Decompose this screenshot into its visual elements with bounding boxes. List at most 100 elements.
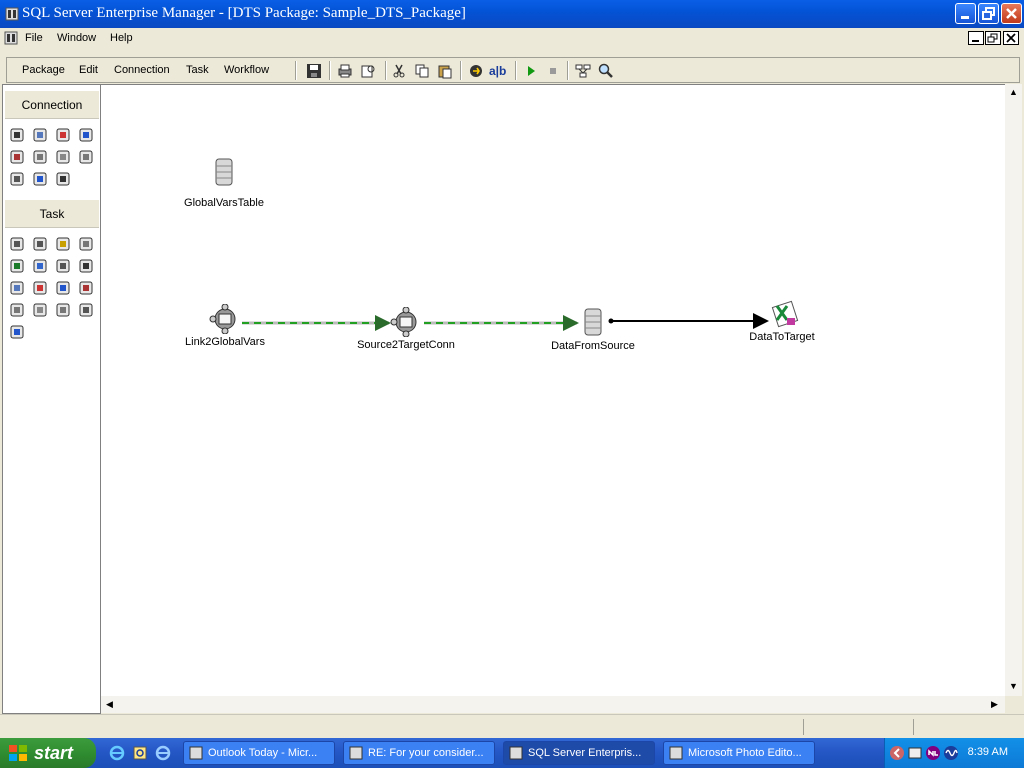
data-mining-icon[interactable]	[32, 302, 48, 318]
connection-header[interactable]: Connection	[5, 91, 99, 119]
transform-data-task-icon[interactable]	[55, 236, 71, 252]
activex-task-icon[interactable]	[9, 236, 25, 252]
vertical-scrollbar[interactable]: ▲ ▼	[1005, 84, 1022, 696]
layout-icon[interactable]	[575, 63, 591, 79]
execute-process-task-icon[interactable]	[9, 258, 25, 274]
system-clock[interactable]: 8:39 AM	[968, 746, 1008, 758]
connection-node-datatotarget[interactable]: DataToTarget	[741, 299, 823, 343]
tray-app-icon[interactable]	[907, 745, 923, 761]
scroll-right-arrow-icon[interactable]: ▶	[991, 699, 998, 710]
taskbar-button[interactable]: Outlook Today - Micr...	[183, 741, 335, 765]
task-node-source2targetconn[interactable]: Source2TargetConn	[356, 307, 456, 351]
copy-objects-icon[interactable]	[55, 258, 71, 274]
odbc-icon[interactable]	[32, 171, 48, 187]
analysis-services-icon[interactable]	[9, 302, 25, 318]
sql-server-icon[interactable]	[9, 127, 25, 143]
show-hidden-icons-icon[interactable]	[889, 745, 905, 761]
mdi-restore-button[interactable]	[985, 31, 1001, 45]
transform-icon[interactable]	[468, 63, 484, 79]
bulk-insert-icon[interactable]	[78, 258, 94, 274]
print-preview-icon[interactable]	[360, 63, 376, 79]
task-node-link2globalvars[interactable]: Link2GlobalVars	[185, 304, 265, 348]
data-driven-query-icon[interactable]	[32, 258, 48, 274]
text-file-source-icon[interactable]	[55, 149, 71, 165]
windows-logo-icon	[9, 745, 27, 761]
taskbar-button[interactable]: Microsoft Photo Edito...	[663, 741, 815, 765]
menu-task[interactable]: Task	[186, 64, 209, 76]
connection-node-globalvarstable[interactable]: GlobalVarsTable	[184, 157, 264, 209]
taskbar-button-label: RE: For your consider...	[368, 747, 484, 759]
restore-icon	[982, 7, 995, 20]
close-icon	[1006, 8, 1017, 19]
toolbar-separator	[460, 61, 462, 80]
status-pane	[803, 719, 913, 735]
paradox-icon[interactable]	[9, 171, 25, 187]
text-file-dest-icon[interactable]	[78, 149, 94, 165]
menu-window[interactable]: Window	[57, 32, 96, 44]
toolbar-separator	[329, 61, 331, 80]
minimize-button[interactable]	[955, 3, 976, 24]
mdi-close-button[interactable]	[1003, 31, 1019, 45]
menu-edit[interactable]: Edit	[79, 64, 98, 76]
menu-help[interactable]: Help	[110, 32, 133, 44]
stop-icon[interactable]	[545, 63, 561, 79]
activex-script-task-icon	[390, 307, 417, 337]
close-button[interactable]	[1001, 3, 1022, 24]
node-label: Source2TargetConn	[357, 339, 455, 351]
scheduler-task-icon[interactable]	[78, 236, 94, 252]
save-icon[interactable]	[306, 63, 322, 79]
scroll-left-arrow-icon[interactable]: ◀	[106, 699, 113, 710]
toolbar-separator	[515, 61, 517, 80]
tray-network-icon[interactable]	[925, 745, 941, 761]
taskbar-button[interactable]: RE: For your consider...	[343, 741, 495, 765]
restore-button[interactable]	[978, 3, 999, 24]
horizontal-scrollbar[interactable]: ◀ ▶	[101, 696, 1005, 713]
toolbar-separator	[567, 61, 569, 80]
custom-task-icon[interactable]	[78, 302, 94, 318]
ftp-task-icon[interactable]	[32, 236, 48, 252]
task-app-icon	[189, 746, 203, 760]
task-app-icon	[509, 746, 523, 760]
msmq-icon[interactable]	[32, 280, 48, 296]
cut-icon[interactable]	[391, 63, 407, 79]
dbase-icon[interactable]	[32, 149, 48, 165]
child-window-icon[interactable]	[3, 30, 19, 46]
outlook-icon[interactable]	[132, 745, 148, 761]
execute-package-icon[interactable]	[78, 280, 94, 296]
ie-shortcut-icon[interactable]	[155, 745, 171, 761]
oledb-icon[interactable]	[32, 127, 48, 143]
text-annotation-icon[interactable]: a|b	[489, 64, 506, 78]
user-task-icon[interactable]	[9, 324, 25, 340]
mdi-minimize-button[interactable]	[968, 31, 984, 45]
menu-connection[interactable]: Connection	[114, 64, 170, 76]
scroll-down-arrow-icon[interactable]: ▼	[1009, 681, 1018, 691]
send-mail-icon[interactable]	[55, 280, 71, 296]
taskbar-button-label: SQL Server Enterpris...	[528, 747, 642, 759]
print-icon[interactable]	[337, 63, 353, 79]
title-bar[interactable]: SQL Server Enterprise Manager - [DTS Pac…	[0, 0, 1024, 28]
scroll-up-arrow-icon[interactable]: ▲	[1009, 87, 1018, 97]
menu-workflow[interactable]: Workflow	[224, 64, 269, 76]
taskbar-button-label: Microsoft Photo Edito...	[688, 747, 802, 759]
paste-icon[interactable]	[437, 63, 453, 79]
dynamic-props-icon[interactable]	[9, 280, 25, 296]
copy-icon[interactable]	[414, 63, 430, 79]
access-icon[interactable]	[78, 127, 94, 143]
menu-file[interactable]: File	[25, 32, 43, 44]
oracle-icon[interactable]	[55, 171, 71, 187]
execute-icon[interactable]	[523, 63, 539, 79]
tray-sound-icon[interactable]	[943, 745, 959, 761]
menu-package[interactable]: Package	[22, 64, 65, 76]
connection-node-datafromsource[interactable]: DataFromSource	[548, 307, 638, 352]
start-button[interactable]: start	[0, 738, 96, 768]
zoom-icon[interactable]	[598, 63, 614, 79]
parallel-tasks-icon[interactable]	[55, 302, 71, 318]
ie-icon[interactable]	[9, 149, 25, 165]
sql-server-connection-icon	[584, 308, 602, 336]
minimize-icon	[961, 16, 969, 19]
taskbar-button[interactable]: SQL Server Enterpris...	[503, 741, 655, 765]
task-header[interactable]: Task	[5, 200, 99, 228]
internet-explorer-icon[interactable]	[109, 745, 125, 761]
excel-icon[interactable]	[55, 127, 71, 143]
package-design-canvas[interactable]: GlobalVarsTable Link2GlobalVars Source2T…	[101, 84, 1005, 696]
